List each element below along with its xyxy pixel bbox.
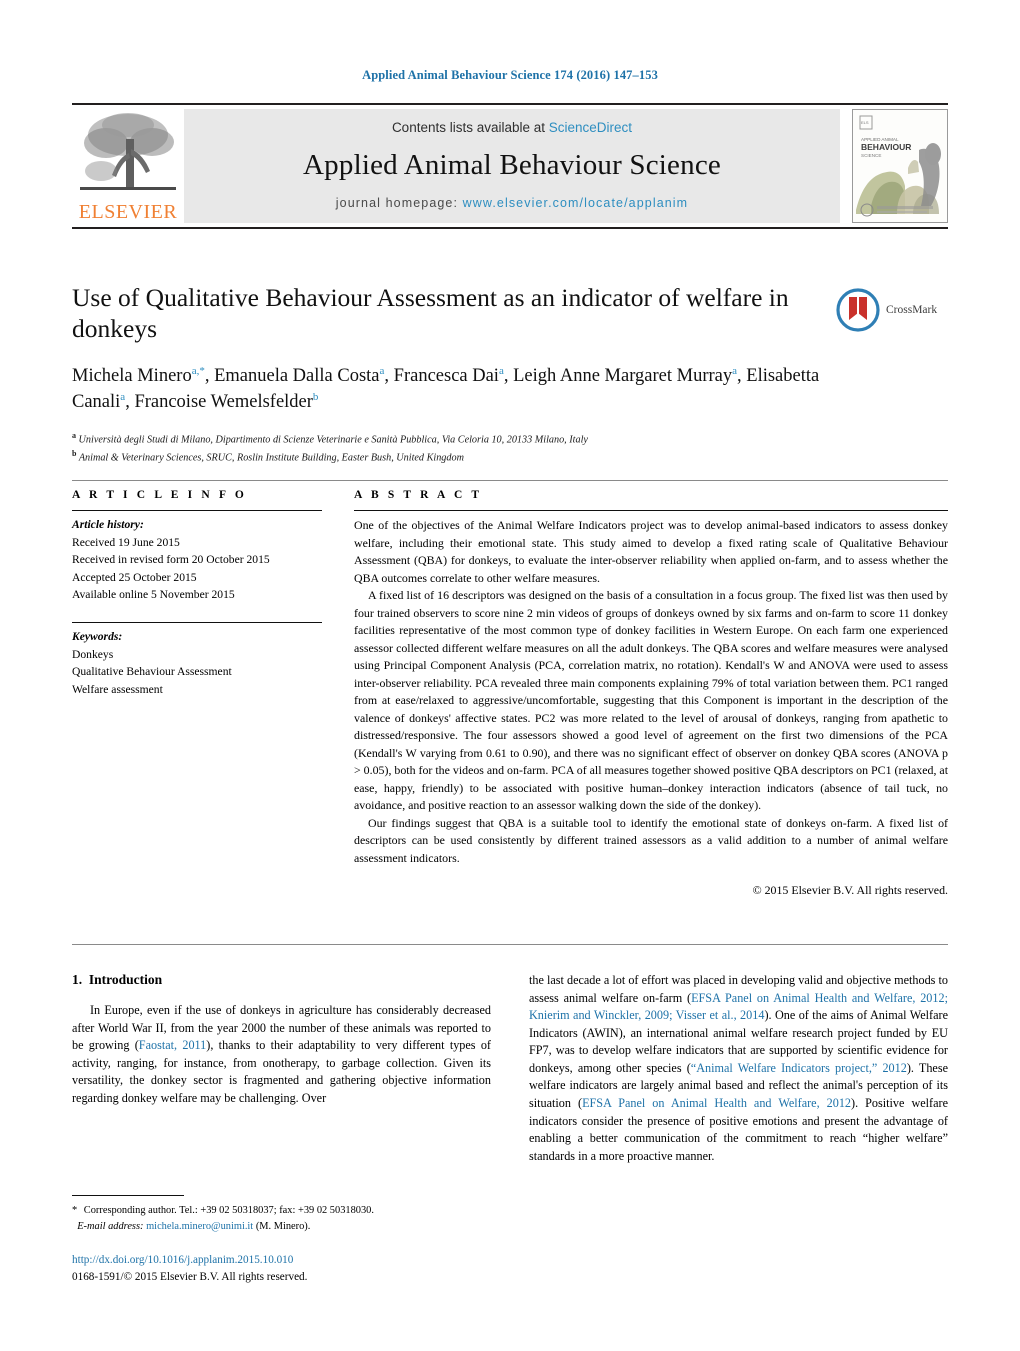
introduction-paragraph-right: the last decade a lot of effort was plac… (529, 973, 948, 1163)
footnote-text: * Corresponding author. Tel.: +39 02 503… (72, 1203, 491, 1234)
article-info-column: A R T I C L E I N F O Article history: R… (72, 481, 340, 898)
issn-copyright-line: 0168-1591/© 2015 Elsevier B.V. All right… (72, 1270, 308, 1283)
affiliation-a: a Università degli Studi di Milano, Dipa… (72, 430, 948, 448)
affiliation-marker-a: a (72, 430, 76, 440)
corresponding-author-line: * Corresponding author. Tel.: +39 02 503… (72, 1205, 374, 1216)
email-line: E-mail address: michela.minero@unimi.it … (72, 1219, 491, 1235)
section-title-text: Introduction (88, 972, 163, 987)
body-right-column: the last decade a lot of effort was plac… (529, 972, 948, 1165)
corresponding-author-footnote: * Corresponding author. Tel.: +39 02 503… (72, 1195, 491, 1234)
article-history: Article history: Received 19 June 2015 R… (72, 511, 322, 604)
crossmark-icon (836, 288, 880, 332)
history-item-received: Received 19 June 2015 (72, 535, 180, 549)
journal-homepage-line: journal homepage: www.elsevier.com/locat… (336, 196, 688, 210)
elsevier-logo: ELSEVIER (72, 105, 184, 227)
history-item-revised: Received in revised form 20 October 2015 (72, 553, 270, 567)
body-left-column: 1. Introduction In Europe, even if the u… (72, 972, 491, 1165)
sciencedirect-link[interactable]: ScienceDirect (549, 120, 632, 135)
keywords-list: Keywords: Donkeys Qualitative Behaviour … (72, 623, 322, 698)
svg-text:SCIENCE: SCIENCE (861, 153, 881, 158)
introduction-heading: 1. Introduction (72, 972, 491, 988)
history-item-online: Available online 5 November 2015 (72, 588, 235, 602)
article-info-heading: A R T I C L E I N F O (72, 489, 247, 501)
affiliation-b: b Animal & Veterinary Sciences, SRUC, Ro… (72, 448, 948, 466)
contents-prefix: Contents lists available at (391, 120, 549, 135)
doi-link[interactable]: http://dx.doi.org/10.1016/j.applanim.201… (72, 1252, 572, 1269)
svg-text:ELS: ELS (861, 120, 869, 125)
keywords-label: Keywords: (72, 630, 123, 644)
elsevier-tree-icon (80, 113, 176, 190)
email-label: E-mail address: (77, 1220, 144, 1232)
title-block: Use of Qualitative Behaviour Assessment … (72, 282, 948, 466)
homepage-prefix: journal homepage: (335, 196, 463, 210)
keyword-item: Qualitative Behaviour Assessment (72, 665, 232, 679)
journal-cover-image: ELS APPLIED ANIMAL BEHAVIOUR SCIENCE (853, 110, 947, 222)
body-columns: 1. Introduction In Europe, even if the u… (72, 972, 948, 1165)
svg-text:BEHAVIOUR: BEHAVIOUR (861, 142, 911, 152)
elsevier-wordmark: ELSEVIER (78, 201, 178, 223)
homepage-url-link[interactable]: www.elsevier.com/locate/applanim (463, 196, 689, 210)
journal-title: Applied Animal Behaviour Science (303, 149, 721, 181)
footer-doi-block: http://dx.doi.org/10.1016/j.applanim.201… (72, 1252, 572, 1285)
abstract-paragraph: One of the objectives of the Animal Welf… (354, 518, 948, 585)
affiliation-marker-b: b (72, 448, 77, 458)
abstract-paragraph: Our findings suggest that QBA is a suita… (354, 815, 948, 865)
history-item-accepted: Accepted 25 October 2015 (72, 570, 197, 584)
section-number: 1. (72, 972, 83, 987)
info-abstract-block: A R T I C L E I N F O Article history: R… (72, 480, 948, 898)
abstract-heading: A B S T R A C T (354, 489, 483, 501)
abstract-copyright: © 2015 Elsevier B.V. All rights reserved… (752, 883, 948, 897)
masthead-center: Contents lists available at ScienceDirec… (184, 109, 840, 223)
affiliation-text-b: Animal & Veterinary Sciences, SRUC, Rosl… (78, 452, 464, 464)
affiliations: a Università degli Studi di Milano, Dipa… (72, 430, 948, 466)
page-title: Use of Qualitative Behaviour Assessment … (72, 283, 789, 344)
journal-cover-thumbnail: ELS APPLIED ANIMAL BEHAVIOUR SCIENCE (852, 109, 948, 223)
email-link[interactable]: michela.minero@unimi.it (146, 1221, 253, 1232)
contents-available-line: Contents lists available at ScienceDirec… (392, 120, 632, 135)
author-list: Michela Mineroa,*, Emanuela Dalla Costaa… (72, 365, 820, 413)
abstract-column: A B S T R A C T One of the objectives of… (340, 481, 948, 898)
abstract-body: One of the objectives of the Animal Welf… (354, 511, 948, 867)
paper-page: Applied Animal Behaviour Science 174 (20… (0, 0, 1020, 1351)
affiliation-text-a: Università degli Studi di Milano, Dipart… (78, 433, 588, 445)
keyword-item: Welfare assessment (72, 682, 163, 696)
crossmark-label: CrossMark (886, 304, 938, 316)
keyword-item: Donkeys (72, 647, 114, 661)
article-history-label: Article history: (72, 518, 144, 531)
introduction-paragraph-left: In Europe, even if the use of donkeys in… (72, 1003, 491, 1105)
running-head: Applied Animal Behaviour Science 174 (20… (362, 68, 658, 82)
journal-masthead: ELSEVIER Contents lists available at Sci… (72, 103, 948, 229)
email-suffix: (M. Minero). (255, 1220, 311, 1232)
abstract-paragraph: A fixed list of 16 descriptors was desig… (354, 588, 948, 812)
crossmark-badge[interactable]: CrossMark (836, 284, 948, 336)
footnote-rule (72, 1195, 184, 1196)
section-divider (72, 944, 948, 945)
